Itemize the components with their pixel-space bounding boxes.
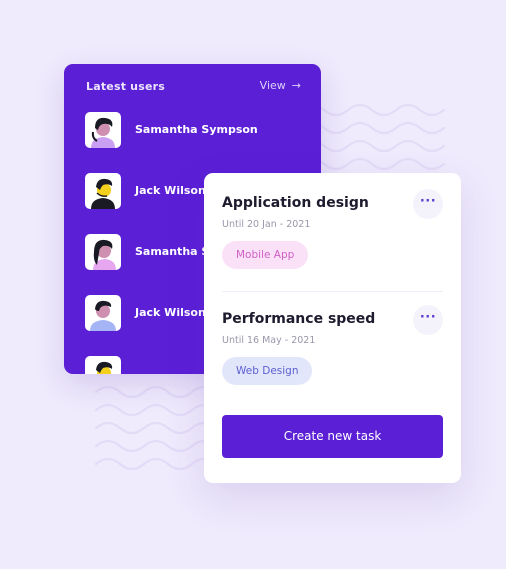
arrow-right-icon: → <box>291 79 301 92</box>
view-all-link[interactable]: View → <box>260 79 301 92</box>
latest-users-title: Latest users <box>86 80 165 93</box>
more-dots-icon[interactable]: ··· <box>413 305 443 335</box>
task-tag[interactable]: Mobile App <box>222 241 309 269</box>
task-title: Application design <box>222 195 369 211</box>
user-name: Jack Wilson <box>135 184 206 197</box>
view-link-label: View <box>259 79 286 92</box>
user-row[interactable]: Samantha Sympson <box>85 112 321 150</box>
user-name: Jack Wilson <box>135 306 206 319</box>
man-avatar-icon <box>85 356 121 374</box>
task-tag[interactable]: Web Design <box>222 357 313 385</box>
user-name: Samantha Sympson <box>135 123 258 136</box>
task-due-date: Until 20 Jan - 2021 <box>222 219 311 230</box>
tasks-card: Application design Until 20 Jan - 2021 M… <box>204 173 461 483</box>
man-avatar-icon <box>85 295 121 331</box>
divider <box>222 291 443 292</box>
man-avatar-icon <box>85 173 121 209</box>
task-due-date: Until 16 May - 2021 <box>222 335 316 346</box>
create-new-task-button[interactable]: Create new task <box>222 415 443 458</box>
more-dots-icon[interactable]: ··· <box>413 189 443 219</box>
task-title: Performance speed <box>222 311 376 327</box>
woman-avatar-icon <box>85 112 121 148</box>
woman-avatar-icon <box>85 234 121 270</box>
latest-users-header: Latest users View → <box>86 79 301 96</box>
